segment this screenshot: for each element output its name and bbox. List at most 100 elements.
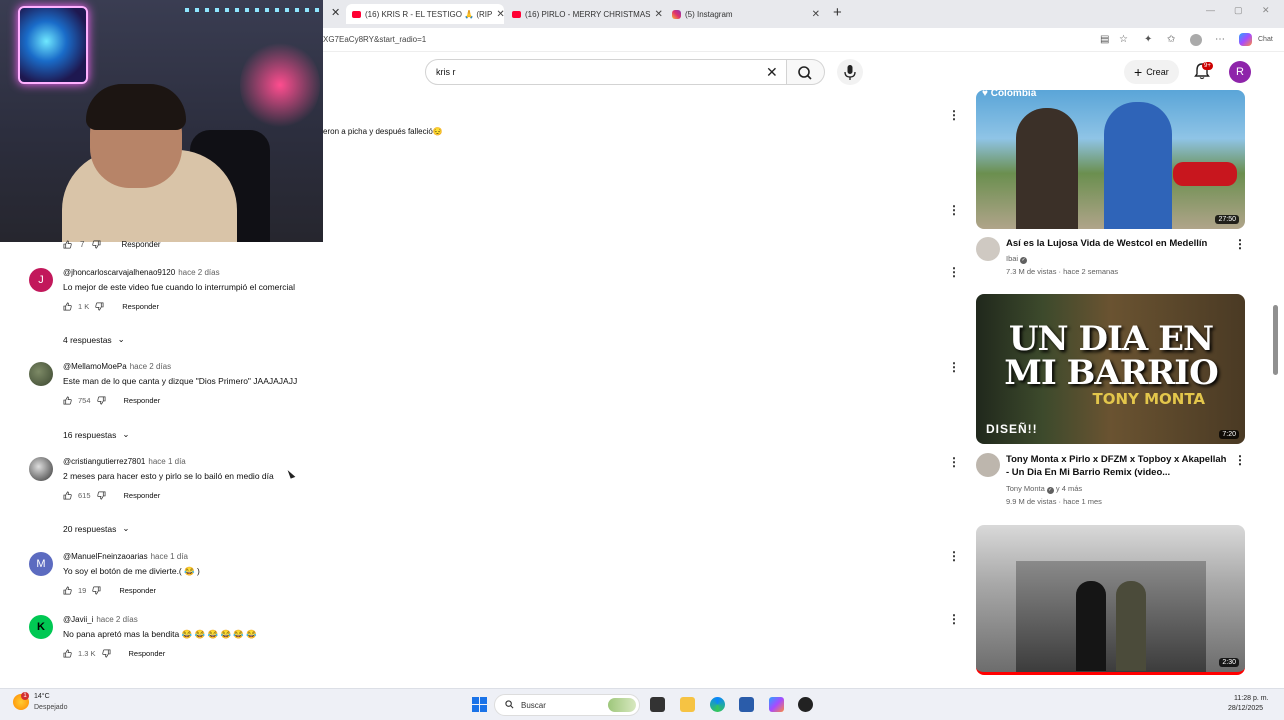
video-duration: 2:30: [1219, 658, 1239, 667]
clock-time[interactable]: 11:28 p. m.: [1234, 695, 1269, 702]
favorite-star-icon[interactable]: ☆: [1119, 34, 1128, 45]
thumbnail-corner-text: DISEÑ!!: [986, 422, 1038, 436]
more-actions-icon[interactable]: ⋮: [948, 108, 960, 122]
like-icon[interactable]: [63, 586, 72, 595]
start-button[interactable]: [472, 697, 487, 712]
maximize-icon[interactable]: ▢: [1234, 5, 1243, 16]
dislike-icon[interactable]: [96, 396, 106, 405]
comment-author[interactable]: @Javii_i: [63, 615, 93, 624]
reply-button[interactable]: Responder: [129, 649, 166, 658]
reply-button[interactable]: Responder: [124, 396, 161, 405]
channel-avatar[interactable]: [976, 237, 1000, 261]
channel-name[interactable]: Tony Monta: [1006, 484, 1045, 493]
tab-pirlo[interactable]: (16) PIRLO - MERRY CHRISTMAS ✕: [506, 4, 666, 24]
close-tab-icon[interactable]: ✕: [812, 9, 820, 20]
close-tab-icon[interactable]: ✕: [331, 6, 340, 19]
comment-author[interactable]: @ManuelFneinzaoarias: [63, 552, 148, 561]
like-count: 7: [80, 240, 85, 249]
like-count: 615: [78, 491, 91, 500]
copilot-icon[interactable]: [1239, 33, 1252, 46]
close-tab-icon[interactable]: ✕: [496, 9, 504, 20]
weather-temperature: 14°C: [34, 693, 50, 700]
replies-toggle[interactable]: 4 respuestas ⌄: [63, 334, 125, 345]
search-input[interactable]: kris r ✕: [425, 59, 787, 85]
video-stats: 7.3 M de vistas · hace 2 semanas: [1006, 267, 1119, 276]
create-button[interactable]: + Crear: [1124, 60, 1179, 84]
comment-author[interactable]: @cristiangutierrez7801: [63, 457, 145, 466]
avatar[interactable]: [29, 362, 53, 386]
comment-actions: 1 K Responder: [63, 302, 159, 311]
video-thumbnail[interactable]: 2:30: [976, 525, 1245, 675]
browser-profile-avatar[interactable]: [1190, 34, 1202, 46]
account-avatar[interactable]: R: [1229, 61, 1251, 83]
more-actions-icon[interactable]: ⋮: [948, 549, 960, 563]
comment-author[interactable]: @MellamoMoePa: [63, 362, 127, 371]
comment: K @Javii_i hace 2 días No pana apretó mas…: [29, 615, 349, 661]
avatar[interactable]: M: [29, 552, 53, 576]
file-explorer-icon[interactable]: [680, 697, 695, 712]
channel-name[interactable]: Ibai: [1006, 254, 1018, 263]
comment-time: hace 1 día: [148, 457, 186, 466]
more-actions-icon[interactable]: ⋮: [948, 360, 960, 374]
copilot-app-icon[interactable]: [769, 697, 784, 712]
app-icon[interactable]: [798, 697, 813, 712]
pink-light: [240, 40, 320, 130]
like-icon[interactable]: [63, 491, 72, 500]
more-actions-icon[interactable]: ⋮: [948, 612, 960, 626]
video-thumbnail[interactable]: ♥ Colombia 27:50: [976, 90, 1245, 229]
avatar[interactable]: [29, 457, 53, 481]
channel-avatar[interactable]: [976, 453, 1000, 477]
dislike-icon[interactable]: [92, 586, 101, 595]
reader-icon[interactable]: ▤: [1100, 34, 1109, 45]
comment-time: hace 2 días: [96, 615, 138, 624]
edge-browser-icon[interactable]: [710, 697, 725, 712]
url-field[interactable]: XG7EaCy8RY&start_radio=1: [323, 35, 426, 44]
description-snippet: eron a picha y después falleció😔: [323, 127, 443, 136]
more-actions-icon[interactable]: ⋮: [1234, 453, 1246, 467]
task-view-icon[interactable]: [650, 697, 665, 712]
search-highlight-art: [608, 698, 636, 712]
comment-author[interactable]: @jhoncarloscarvajalhenao9120: [63, 268, 175, 277]
like-icon[interactable]: [63, 396, 72, 405]
favorites-icon[interactable]: ✩: [1167, 34, 1175, 45]
new-tab-icon[interactable]: +: [833, 4, 842, 21]
replies-toggle[interactable]: 16 respuestas ⌄: [63, 429, 130, 440]
video-thumbnail[interactable]: UN DIA EN MI BARRIO TONY MONTA DISEÑ!! 7…: [976, 294, 1245, 444]
dislike-icon[interactable]: [92, 240, 101, 249]
scrollbar[interactable]: [1273, 305, 1278, 375]
reply-button[interactable]: Responder: [122, 302, 159, 311]
voice-search-button[interactable]: [837, 59, 863, 85]
tab-kris-r[interactable]: (16) KRIS R - EL TESTIGO 🙏 (RIP ✕: [346, 4, 504, 24]
copilot-label[interactable]: Chat: [1258, 36, 1273, 43]
replies-toggle[interactable]: 20 respuestas ⌄: [63, 523, 130, 534]
close-tab-icon[interactable]: ✕: [655, 9, 663, 20]
more-menu-icon[interactable]: ⋯: [1215, 34, 1225, 45]
tab-instagram[interactable]: (5) Instagram ✕: [666, 4, 826, 24]
clock-date[interactable]: 28/12/2025: [1228, 705, 1263, 712]
extensions-icon[interactable]: ✦: [1144, 34, 1152, 45]
avatar[interactable]: J: [29, 268, 53, 292]
dislike-icon[interactable]: [95, 302, 104, 311]
video-title[interactable]: Así es la Lujosa Vida de Westcol en Mede…: [1006, 237, 1231, 250]
close-window-icon[interactable]: ✕: [1262, 5, 1270, 16]
more-actions-icon[interactable]: ⋮: [948, 203, 960, 217]
avatar[interactable]: K: [29, 615, 53, 639]
taskbar-search[interactable]: Buscar: [494, 694, 640, 716]
search-button[interactable]: [787, 59, 825, 85]
dislike-icon[interactable]: [101, 649, 111, 658]
like-icon[interactable]: [63, 649, 72, 658]
more-actions-icon[interactable]: ⋮: [1234, 237, 1246, 251]
reply-button[interactable]: Responder: [124, 491, 161, 500]
reply-button[interactable]: Responder: [121, 240, 160, 249]
reply-button[interactable]: Responder: [119, 586, 156, 595]
more-actions-icon[interactable]: ⋮: [948, 265, 960, 279]
like-icon[interactable]: [63, 302, 72, 311]
more-actions-icon[interactable]: ⋮: [948, 455, 960, 469]
like-icon[interactable]: [63, 240, 72, 249]
comment-actions: 19 Responder: [63, 586, 156, 595]
store-icon[interactable]: [739, 697, 754, 712]
clear-search-icon[interactable]: ✕: [766, 64, 778, 81]
minimize-icon[interactable]: —: [1206, 5, 1215, 15]
video-title[interactable]: Tony Monta x Pirlo x DFZM x Topboy x Aka…: [1006, 453, 1231, 479]
dislike-icon[interactable]: [96, 491, 106, 500]
